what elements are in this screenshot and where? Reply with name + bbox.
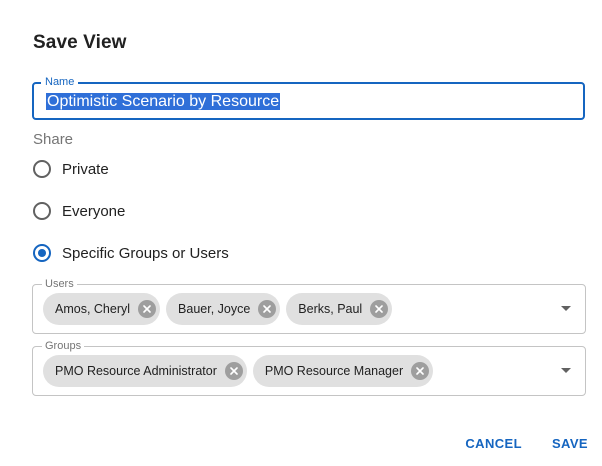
groups-select-label: Groups	[42, 339, 85, 353]
dialog-actions: CANCEL SAVE	[465, 436, 588, 451]
user-chip[interactable]: Berks, Paul	[286, 293, 393, 325]
radio-specific-label: Specific Groups or Users	[62, 244, 229, 262]
radio-private-label: Private	[62, 160, 109, 178]
chip-remove-icon[interactable]	[411, 362, 430, 380]
save-view-dialog: Save View Name Optimistic Scenario by Re…	[0, 0, 602, 466]
radio-specific-indicator[interactable]	[33, 244, 51, 262]
groups-chips: PMO Resource Administrator PMO Resource …	[43, 355, 434, 387]
user-chip-label: Berks, Paul	[298, 302, 363, 316]
chip-remove-icon[interactable]	[224, 362, 243, 380]
save-button[interactable]: SAVE	[552, 436, 588, 451]
chip-remove-icon[interactable]	[370, 300, 389, 318]
radio-everyone[interactable]: Everyone	[33, 202, 125, 220]
group-chip[interactable]: PMO Resource Manager	[252, 355, 434, 387]
radio-specific[interactable]: Specific Groups or Users	[33, 244, 229, 262]
share-label: Share	[33, 131, 74, 148]
user-chip-label: Amos, Cheryl	[55, 302, 131, 316]
group-chip[interactable]: PMO Resource Administrator	[43, 355, 247, 387]
name-field[interactable]: Name Optimistic Scenario by Resource	[32, 75, 585, 120]
chip-remove-icon[interactable]	[138, 300, 157, 318]
user-chip-label: Bauer, Joyce	[178, 302, 251, 316]
users-select[interactable]: Users Amos, Cheryl Bauer, Joyce Berks, P…	[32, 277, 586, 334]
user-chip[interactable]: Bauer, Joyce	[166, 293, 281, 325]
cancel-button[interactable]: CANCEL	[465, 436, 522, 451]
name-input-value: Optimistic Scenario by Resource	[46, 93, 281, 110]
arrow-drop-down-icon[interactable]	[561, 306, 571, 311]
users-chips: Amos, Cheryl Bauer, Joyce Berks, Paul	[43, 293, 393, 325]
groups-select[interactable]: Groups PMO Resource Administrator PMO Re…	[32, 339, 586, 396]
name-input[interactable]: Optimistic Scenario by Resource	[46, 92, 281, 112]
radio-private[interactable]: Private	[33, 160, 109, 178]
chip-remove-icon[interactable]	[258, 300, 277, 318]
users-select-label: Users	[42, 277, 77, 291]
group-chip-label: PMO Resource Administrator	[55, 364, 217, 378]
radio-everyone-label: Everyone	[62, 202, 126, 220]
radio-everyone-indicator[interactable]	[33, 202, 51, 220]
arrow-drop-down-icon[interactable]	[561, 368, 571, 373]
user-chip[interactable]: Amos, Cheryl	[43, 293, 161, 325]
radio-private-indicator[interactable]	[33, 160, 51, 178]
dialog-title: Save View	[33, 32, 127, 53]
group-chip-label: PMO Resource Manager	[264, 364, 404, 378]
name-field-label: Name	[41, 75, 79, 89]
